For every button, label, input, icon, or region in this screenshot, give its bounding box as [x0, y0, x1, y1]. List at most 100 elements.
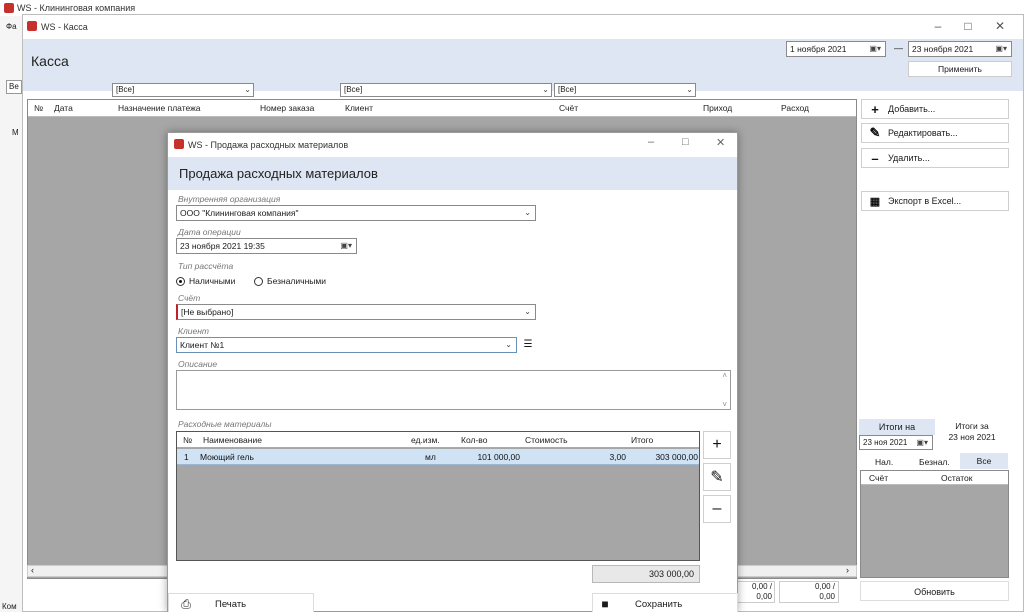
- add-button-label: Добавить...: [888, 104, 936, 114]
- list-icon: ☰: [523, 339, 533, 350]
- printer-icon: ⎙: [181, 596, 191, 611]
- export-excel-button-label: Экспорт в Excel...: [888, 196, 962, 206]
- org-label: Внутренняя организация: [178, 194, 281, 204]
- chevron-down-icon: ⌄: [686, 85, 693, 94]
- refresh-button-label: Обновить: [914, 587, 955, 597]
- date-from-picker[interactable]: 1 ноября 2021 ▣▾: [786, 41, 886, 57]
- operation-date-picker[interactable]: 23 ноября 2021 19:35 ▣▾: [176, 238, 357, 254]
- print-button[interactable]: ⎙ Печать: [168, 593, 314, 612]
- totals-date-value: 23 ноя 2021: [863, 438, 908, 447]
- radio-cash[interactable]: Наличными: [176, 275, 235, 287]
- refresh-button[interactable]: Обновить: [860, 581, 1009, 601]
- client-list-button[interactable]: ☰: [520, 337, 536, 353]
- dialog-close-icon[interactable]: ✕: [716, 136, 725, 149]
- radio-noncash[interactable]: Безналичными: [254, 275, 326, 287]
- maximize-icon[interactable]: □: [953, 15, 983, 37]
- totals-tab-for[interactable]: Итоги за 23 ноя 2021: [937, 421, 1007, 447]
- col-client[interactable]: Клиент: [345, 100, 373, 116]
- filter-account[interactable]: [Все] ⌄: [554, 83, 696, 97]
- row-price: 3,00: [609, 452, 626, 462]
- col-expense[interactable]: Расход: [781, 100, 809, 116]
- mat-col-qty[interactable]: Кол-во: [461, 433, 487, 448]
- col-order[interactable]: Номер заказа: [260, 100, 314, 116]
- row-unit: мл: [425, 452, 436, 462]
- filter-purpose[interactable]: [Все] ⌄: [112, 83, 254, 97]
- mat-col-price[interactable]: Стоимость: [525, 433, 568, 448]
- kassa-window-controls: – □ ✕: [923, 15, 1023, 37]
- edit-button[interactable]: ✎ Редактировать...: [861, 123, 1009, 143]
- delete-button-label: Удалить...: [888, 153, 930, 163]
- date-label: Дата операции: [178, 227, 241, 237]
- totals-grid[interactable]: Счёт Остаток: [860, 470, 1009, 578]
- grand-total-field: 303 000,00: [592, 565, 700, 583]
- col-purpose[interactable]: Назначение платежа: [118, 100, 201, 116]
- minimize-icon[interactable]: –: [923, 15, 953, 37]
- chevron-down-icon: ⌄: [505, 340, 512, 349]
- totals-tab-on-label: Итоги на: [878, 422, 916, 432]
- left-dropdown-stub-text: Ве: [9, 82, 19, 91]
- save-button[interactable]: ■ Сохранить: [592, 593, 738, 612]
- dialog-heading: Продажа расходных материалов: [179, 166, 378, 181]
- textarea-scroll-up-icon[interactable]: ˄: [722, 371, 727, 380]
- dialog-minimize-icon[interactable]: –: [648, 136, 654, 148]
- expense-total-line2: 0,00: [819, 592, 835, 601]
- mat-col-unit[interactable]: ед.изм.: [411, 433, 440, 448]
- totals-col-account[interactable]: Счёт: [869, 473, 888, 483]
- col-account[interactable]: Счёт: [559, 100, 578, 116]
- client-value: Клиент №1: [180, 340, 225, 350]
- dialog-maximize-icon[interactable]: □: [682, 136, 689, 148]
- date-to-picker[interactable]: 23 ноября 2021 ▣▾: [908, 41, 1012, 57]
- kassa-titlebar: WS - Касса – □ ✕: [23, 15, 1023, 37]
- radio-unchecked-icon: [254, 276, 263, 286]
- payment-type-label: Тип рассчёта: [178, 261, 234, 271]
- subtab-cash[interactable]: Нал.: [875, 457, 893, 467]
- textarea-scroll-down-icon[interactable]: ˅: [722, 400, 727, 409]
- calendar-icon: ▣▾: [916, 438, 928, 447]
- left-dropdown-stub[interactable]: Ве: [6, 80, 22, 94]
- totals-col-balance[interactable]: Остаток: [941, 473, 972, 483]
- subtab-all[interactable]: Все: [960, 453, 1008, 469]
- filter-client[interactable]: [Все] ⌄: [340, 83, 552, 97]
- col-date[interactable]: Дата: [54, 100, 73, 116]
- apply-button[interactable]: Применить: [908, 61, 1012, 77]
- totals-tab-on[interactable]: Итоги на: [859, 419, 935, 435]
- calendar-icon: ▣▾: [340, 241, 352, 250]
- account-value: [Не выбрано]: [181, 307, 234, 317]
- radio-checked-icon: [176, 276, 185, 286]
- subtab-noncash[interactable]: Безнал.: [919, 457, 950, 467]
- close-icon[interactable]: ✕: [985, 15, 1015, 37]
- mat-col-name[interactable]: Наименование: [203, 433, 262, 448]
- remove-material-button[interactable]: –: [703, 495, 731, 523]
- mat-col-number[interactable]: №: [183, 433, 192, 448]
- expense-total-line1: 0,00 /: [814, 582, 835, 591]
- add-material-button[interactable]: +: [703, 431, 731, 459]
- left-item-stub[interactable]: М: [12, 128, 19, 137]
- pencil-icon: ✎: [869, 125, 881, 140]
- scroll-left-icon[interactable]: ‹: [31, 565, 34, 575]
- dialog-header-band: Продажа расходных материалов: [168, 157, 737, 190]
- chevron-down-icon: ⌄: [524, 307, 531, 316]
- left-menu-stub[interactable]: Фа: [6, 22, 17, 31]
- delete-button[interactable]: – Удалить...: [861, 148, 1009, 168]
- kassa-app-icon: [27, 21, 37, 31]
- org-select[interactable]: ООО "Клининговая компания" ⌄: [176, 205, 536, 221]
- expense-total-box: 0,00 / 0,00: [779, 581, 839, 603]
- client-select[interactable]: Клиент №1 ⌄: [176, 337, 517, 353]
- dialog-title: WS - Продажа расходных материалов: [188, 140, 349, 150]
- add-button[interactable]: + Добавить...: [861, 99, 1009, 119]
- mat-col-total[interactable]: Итого: [631, 433, 653, 448]
- filter-account-value: [Все]: [558, 85, 577, 94]
- col-number[interactable]: №: [34, 100, 43, 116]
- scroll-right-icon[interactable]: ›: [846, 565, 849, 575]
- account-select[interactable]: [Не выбрано] ⌄: [176, 304, 536, 320]
- materials-label: Расходные материалы: [178, 419, 272, 429]
- income-total-line1: 0,00 /: [751, 582, 772, 591]
- col-income[interactable]: Приход: [703, 100, 732, 116]
- outer-window-title: WS - Клининговая компания: [17, 3, 136, 13]
- dialog-titlebar: WS - Продажа расходных материалов – □ ✕: [168, 133, 737, 155]
- description-textarea[interactable]: ˄ ˅: [176, 370, 731, 410]
- row-number: 1: [184, 452, 189, 462]
- totals-date-picker[interactable]: 23 ноя 2021 ▣▾: [859, 435, 933, 450]
- edit-material-button[interactable]: ✎: [703, 463, 731, 491]
- export-excel-button[interactable]: ▦ Экспорт в Excel...: [861, 191, 1009, 211]
